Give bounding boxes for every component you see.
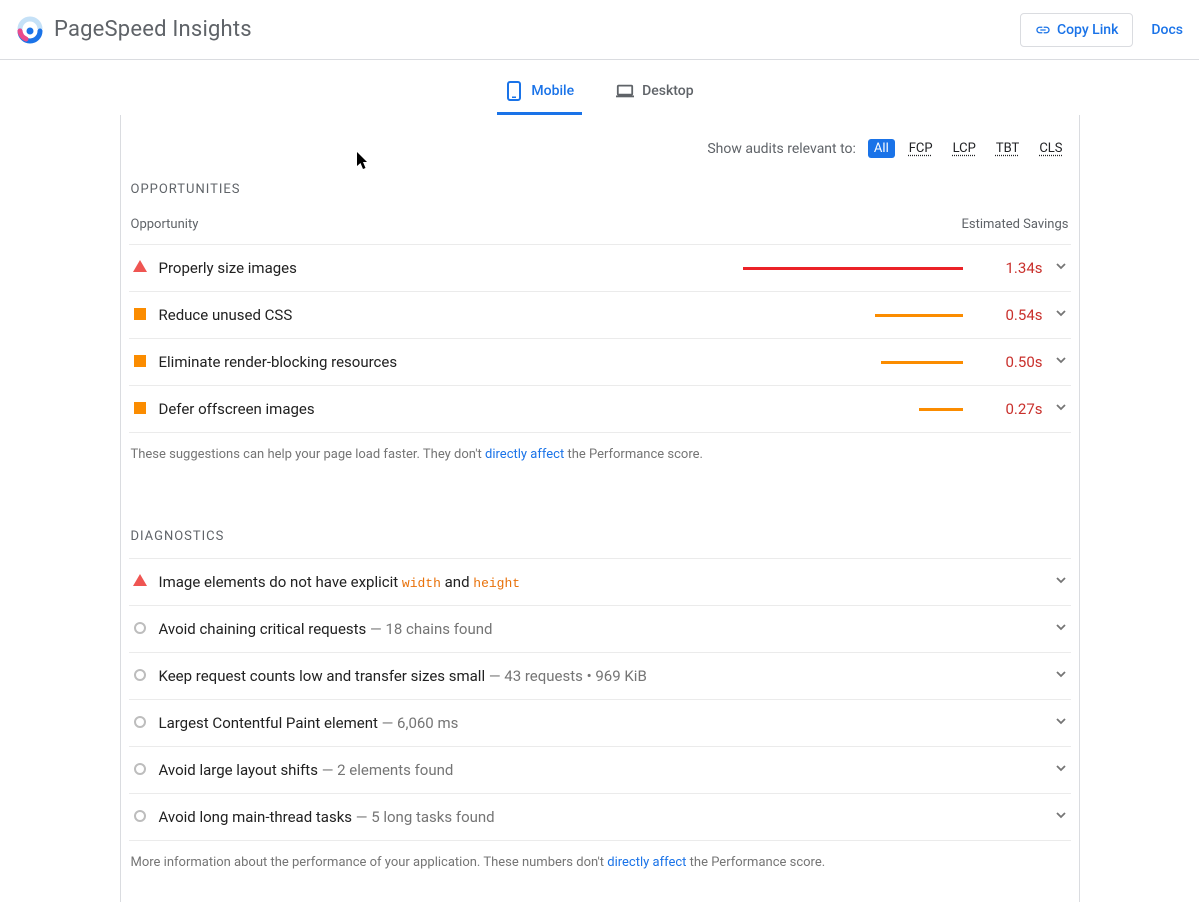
savings-column-header: Estimated Savings bbox=[961, 217, 1068, 232]
warn-square-icon bbox=[133, 355, 147, 369]
savings-bar bbox=[743, 361, 963, 364]
diagnostic-text: Image elements do not have explicit widt… bbox=[159, 573, 1043, 591]
chip-lcp[interactable]: LCP bbox=[947, 139, 982, 158]
chevron-down-icon bbox=[1055, 260, 1067, 276]
copy-link-label: Copy Link bbox=[1057, 22, 1118, 38]
diagnostics-title: DIAGNOSTICS bbox=[129, 525, 1071, 558]
directly-affect-link[interactable]: directly affect bbox=[485, 447, 564, 462]
chip-cls[interactable]: CLS bbox=[1033, 139, 1068, 158]
info-circle-icon bbox=[133, 763, 147, 777]
diagnostics-list: Image elements do not have explicit widt… bbox=[129, 558, 1071, 841]
mobile-icon bbox=[505, 82, 523, 100]
opportunities-caption: These suggestions can help your page loa… bbox=[129, 433, 1071, 465]
savings-value: 1.34s bbox=[995, 259, 1043, 277]
logo-section: PageSpeed Insights bbox=[16, 16, 252, 44]
diagnostic-row[interactable]: Avoid long main-thread tasks — 5 long ta… bbox=[129, 793, 1071, 841]
header: PageSpeed Insights Copy Link Docs bbox=[0, 0, 1199, 60]
warn-square-icon bbox=[133, 402, 147, 416]
pagespeed-logo-icon bbox=[16, 16, 44, 44]
chevron-down-icon bbox=[1055, 307, 1067, 323]
chip-all[interactable]: All bbox=[868, 139, 895, 158]
tab-desktop-label: Desktop bbox=[642, 83, 693, 99]
fail-triangle-icon bbox=[133, 575, 147, 589]
savings-value: 0.54s bbox=[995, 306, 1043, 324]
diagnostic-text: Avoid chaining critical requests — 18 ch… bbox=[159, 620, 1043, 638]
diagnostic-text: Largest Contentful Paint element — 6,060… bbox=[159, 714, 1043, 732]
caption-text: the Performance score. bbox=[686, 855, 825, 870]
savings-bar bbox=[743, 314, 963, 317]
chevron-down-icon bbox=[1055, 401, 1067, 417]
caption-text: These suggestions can help your page loa… bbox=[131, 447, 486, 462]
opportunities-title: OPPORTUNITIES bbox=[129, 178, 1071, 211]
diagnostics-caption: More information about the performance o… bbox=[129, 841, 1071, 873]
link-icon bbox=[1035, 22, 1051, 38]
info-circle-icon bbox=[133, 669, 147, 683]
savings-value: 0.50s bbox=[995, 353, 1043, 371]
info-circle-icon bbox=[133, 622, 147, 636]
diagnostic-text: Avoid large layout shifts — 2 elements f… bbox=[159, 761, 1043, 779]
diagnostic-row[interactable]: Keep request counts low and transfer siz… bbox=[129, 652, 1071, 699]
opportunity-row[interactable]: Properly size images 1.34s bbox=[129, 244, 1071, 291]
docs-link[interactable]: Docs bbox=[1151, 22, 1183, 38]
chevron-down-icon bbox=[1055, 574, 1067, 590]
opportunity-row[interactable]: Eliminate render-blocking resources 0.50s bbox=[129, 338, 1071, 385]
info-circle-icon bbox=[133, 810, 147, 824]
diagnostic-row[interactable]: Avoid large layout shifts — 2 elements f… bbox=[129, 746, 1071, 793]
diagnostic-text: Avoid long main-thread tasks — 5 long ta… bbox=[159, 808, 1043, 826]
copy-link-button[interactable]: Copy Link bbox=[1020, 13, 1133, 47]
warn-square-icon bbox=[133, 308, 147, 322]
filter-label: Show audits relevant to: bbox=[707, 141, 856, 157]
tab-mobile-label: Mobile bbox=[531, 83, 574, 99]
device-tabs: Mobile Desktop bbox=[0, 60, 1199, 115]
chevron-down-icon bbox=[1055, 715, 1067, 731]
opportunity-row[interactable]: Defer offscreen images 0.27s bbox=[129, 385, 1071, 433]
chevron-down-icon bbox=[1055, 809, 1067, 825]
opportunity-name: Eliminate render-blocking resources bbox=[159, 353, 731, 371]
diagnostic-row[interactable]: Largest Contentful Paint element — 6,060… bbox=[129, 699, 1071, 746]
caption-text: More information about the performance o… bbox=[131, 855, 608, 870]
opportunities-header: Opportunity Estimated Savings bbox=[129, 211, 1071, 244]
main-container: Show audits relevant to: All FCP LCP TBT… bbox=[120, 115, 1080, 902]
opportunity-name: Reduce unused CSS bbox=[159, 306, 731, 324]
chevron-down-icon bbox=[1055, 354, 1067, 370]
chip-tbt[interactable]: TBT bbox=[990, 139, 1025, 158]
desktop-icon bbox=[616, 82, 634, 100]
brand-title: PageSpeed Insights bbox=[54, 17, 252, 42]
tab-mobile[interactable]: Mobile bbox=[497, 72, 582, 115]
header-actions: Copy Link Docs bbox=[1020, 13, 1183, 47]
fail-triangle-icon bbox=[133, 261, 147, 275]
diagnostic-text: Keep request counts low and transfer siz… bbox=[159, 667, 1043, 685]
diagnostic-row[interactable]: Image elements do not have explicit widt… bbox=[129, 558, 1071, 605]
opportunity-name: Defer offscreen images bbox=[159, 400, 731, 418]
savings-bar bbox=[743, 267, 963, 270]
opportunities-list: Properly size images 1.34s Reduce unused C… bbox=[129, 244, 1071, 433]
diagnostic-row[interactable]: Avoid chaining critical requests — 18 ch… bbox=[129, 605, 1071, 652]
caption-text: the Performance score. bbox=[564, 447, 703, 462]
opportunity-name: Properly size images bbox=[159, 259, 731, 277]
directly-affect-link[interactable]: directly affect bbox=[607, 855, 686, 870]
info-circle-icon bbox=[133, 716, 147, 730]
opportunity-column-header: Opportunity bbox=[131, 217, 199, 232]
opportunity-row[interactable]: Reduce unused CSS 0.54s bbox=[129, 291, 1071, 338]
tab-desktop[interactable]: Desktop bbox=[608, 72, 701, 115]
savings-bar bbox=[743, 408, 963, 411]
filter-row: Show audits relevant to: All FCP LCP TBT… bbox=[129, 115, 1071, 178]
chevron-down-icon bbox=[1055, 668, 1067, 684]
chevron-down-icon bbox=[1055, 621, 1067, 637]
cursor-icon bbox=[357, 152, 371, 170]
savings-value: 0.27s bbox=[995, 400, 1043, 418]
chevron-down-icon bbox=[1055, 762, 1067, 778]
chip-fcp[interactable]: FCP bbox=[903, 139, 939, 158]
